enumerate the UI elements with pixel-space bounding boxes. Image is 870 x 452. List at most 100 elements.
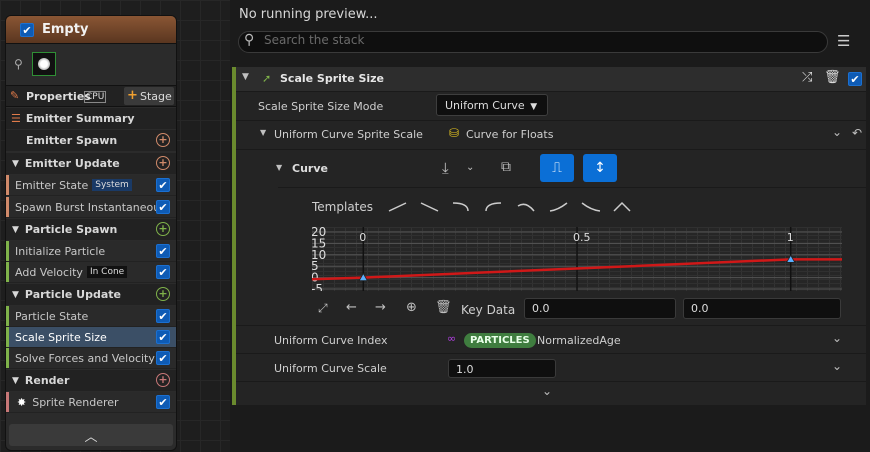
module-particle-state[interactable]: Particle State ✔	[6, 306, 176, 327]
sprite-renderer-icon: ✸	[17, 395, 27, 409]
module-enable-checkbox[interactable]: ✔	[156, 395, 170, 409]
template-linear-down-icon	[420, 202, 439, 212]
chevron-down-icon[interactable]: ▼	[12, 159, 19, 169]
chevron-up-icon: ︿	[84, 429, 98, 445]
scale-field[interactable]: 1.0	[448, 359, 556, 378]
module-label: Initialize Particle	[15, 244, 106, 258]
curve-mode-button[interactable]: ⎍	[540, 154, 574, 182]
template-ease-out-icon	[452, 202, 469, 212]
module-add-velocity[interactable]: Add Velocity In Cone ✔	[6, 262, 176, 283]
section-particle-update[interactable]: ▼ Particle Update +	[6, 284, 176, 305]
section-particle-spawn[interactable]: ▼ Particle Spawn +	[6, 219, 176, 240]
module-label: Scale Sprite Size	[15, 330, 107, 344]
open-external-icon[interactable]: ⧉	[501, 159, 511, 175]
module-sprite-renderer[interactable]: ✸ Sprite Renderer ✔	[6, 392, 176, 413]
add-module-icon[interactable]: +	[156, 222, 170, 236]
chevron-down-icon[interactable]: ⌄	[832, 125, 842, 139]
collapse-button[interactable]: ︿	[9, 424, 173, 446]
emitter-tabs: ✎ Properties CPU + Stage	[6, 85, 176, 107]
pencil-icon: ✎	[10, 89, 20, 102]
curve-templates[interactable]	[386, 198, 636, 216]
add-module-icon[interactable]: +	[156, 287, 170, 301]
curve-fit-icon: ↕	[594, 160, 606, 176]
key-time-field[interactable]: 0.0	[524, 298, 676, 319]
chevron-down-icon[interactable]: ▼	[12, 376, 19, 386]
key-value-field[interactable]: 0.0	[683, 298, 841, 319]
database-icon: ⛁	[449, 126, 460, 140]
chevron-down-icon[interactable]: ▼	[12, 290, 19, 300]
module-label: Add Velocity	[15, 265, 83, 279]
module-enable-checkbox[interactable]: ✔	[156, 351, 170, 365]
chevron-down-icon: ▼	[530, 102, 538, 112]
module-solve-forces[interactable]: Solve Forces and Velocity ✔	[6, 348, 176, 369]
module-initialize-particle[interactable]: Initialize Particle ✔	[6, 241, 176, 262]
search-placeholder: Search the stack	[264, 33, 365, 47]
module-scale-sprite-size[interactable]: Scale Sprite Size ✔	[6, 327, 176, 348]
module-tag: System	[92, 179, 132, 191]
section-emitter-summary[interactable]: ☰ Emitter Summary	[6, 108, 176, 129]
chevron-down-icon[interactable]: ⌄	[832, 359, 842, 373]
section-label: Particle Update	[24, 288, 121, 301]
module-label: Particle State	[15, 309, 89, 323]
chevron-down-icon[interactable]: ▼	[12, 225, 19, 235]
module-enable-checkbox[interactable]: ✔	[156, 265, 170, 279]
chevron-down-icon[interactable]: ▼	[242, 72, 249, 82]
module-enable-checkbox[interactable]: ✔	[156, 244, 170, 258]
plus-icon: +	[127, 88, 138, 103]
chevron-down-icon[interactable]: ⌄	[466, 162, 474, 173]
section-label: Render	[24, 374, 70, 387]
module-emitter-state[interactable]: Emitter State System ✔	[6, 175, 176, 196]
chevron-down-icon[interactable]: ⌄	[832, 331, 842, 345]
module-enable-checkbox[interactable]: ✔	[156, 330, 170, 344]
curve-chart[interactable]: 20151050-50 0.5 1	[312, 227, 842, 291]
pin-icon[interactable]: ⚲	[14, 57, 23, 71]
fit-view-icon[interactable]: ⤢	[318, 301, 328, 316]
next-key-icon[interactable]: →	[375, 300, 386, 315]
particles-badge: PARTICLES	[464, 333, 536, 348]
cpu-badge: CPU	[84, 91, 107, 103]
filter-icon[interactable]: ☰	[837, 32, 850, 50]
add-module-icon[interactable]: +	[156, 133, 170, 147]
list-icon: ☰	[11, 112, 21, 125]
tab-properties[interactable]: Properties	[26, 90, 91, 103]
y-tick-label: -5	[312, 282, 323, 291]
chevron-down-icon[interactable]: ▼	[276, 163, 282, 172]
module-title: Scale Sprite Size	[280, 72, 385, 85]
module-enable-checkbox[interactable]: ✔	[848, 72, 862, 86]
x-tick-label: 0	[359, 231, 366, 244]
section-label: Emitter Spawn	[26, 134, 118, 147]
template-s-up-icon	[549, 202, 568, 212]
module-enable-checkbox[interactable]: ✔	[156, 178, 170, 192]
chevron-down-icon[interactable]: ▼	[260, 128, 266, 137]
prev-key-icon[interactable]: ←	[346, 300, 357, 315]
expand-chevron-icon[interactable]: ⌄	[542, 384, 552, 398]
curve-asset[interactable]: Curve for Floats	[466, 128, 553, 141]
add-module-icon[interactable]: +	[156, 156, 170, 170]
emitter-title: Empty	[42, 22, 89, 37]
section-render[interactable]: ▼ Render +	[6, 370, 176, 391]
add-module-icon[interactable]: +	[156, 373, 170, 387]
add-key-icon[interactable]: ⊕	[406, 300, 417, 315]
template-s-down-icon	[581, 202, 601, 212]
section-emitter-update[interactable]: ▼ Emitter Update +	[6, 153, 176, 174]
curve-import-icon[interactable]: ⤓	[442, 159, 449, 177]
module-spawn-burst[interactable]: Spawn Burst Instantaneous ✔	[6, 197, 176, 218]
scale-label: Uniform Curve Scale	[274, 362, 387, 375]
shuffle-icon[interactable]: ⤮	[802, 70, 812, 85]
module-label: Spawn Burst Instantaneous	[15, 200, 166, 214]
reset-icon[interactable]: ↶	[852, 126, 862, 140]
module-enable-checkbox[interactable]: ✔	[156, 309, 170, 323]
curve-fit-button[interactable]: ↕	[583, 154, 617, 182]
delete-key-icon[interactable]: 🗑	[435, 300, 452, 315]
mode-dropdown[interactable]: Uniform Curve ▼	[436, 94, 548, 116]
module-enable-checkbox[interactable]: ✔	[156, 200, 170, 214]
templates-label: Templates	[312, 200, 374, 214]
emitter-enable-checkbox[interactable]: ✔	[20, 23, 34, 37]
emitter-node[interactable]: ✔ Empty ⚲ ✎ Properties CPU + Stage ☰ Emi…	[5, 15, 177, 451]
section-emitter-spawn[interactable]: Emitter Spawn +	[6, 130, 176, 151]
template-ease-in-icon	[485, 202, 502, 212]
curve-editor[interactable]: 20 15 10 5 0 -5 0 0.5 1	[312, 227, 842, 291]
section-label: Particle Spawn	[24, 223, 118, 236]
trash-icon[interactable]: 🗑	[824, 70, 841, 85]
index-value[interactable]: NormalizedAge	[537, 334, 621, 347]
